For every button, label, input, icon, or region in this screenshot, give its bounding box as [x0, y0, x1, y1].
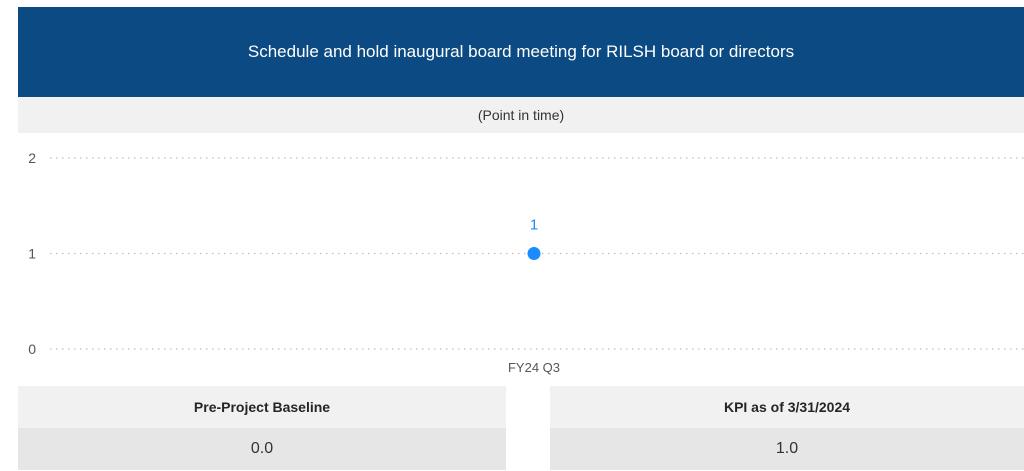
baseline-value-cell: 0.0	[18, 428, 506, 470]
current-kpi-label: KPI as of 3/31/2024	[723, 399, 851, 415]
y-tick-label: 0	[28, 341, 36, 357]
y-tick-label: 1	[28, 246, 36, 262]
current-kpi-value: 1.0	[775, 440, 799, 457]
current-kpi-value-cell: 1.0	[550, 428, 1024, 470]
chart-subtitle-bar: (Point in time)	[18, 97, 1024, 133]
baseline-header: Pre-Project Baseline	[18, 386, 506, 428]
current-kpi-header: KPI as of 3/31/2024	[550, 386, 1024, 428]
chart-title-banner: Schedule and hold inaugural board meetin…	[18, 7, 1024, 97]
baseline-value: 0.0	[250, 440, 274, 457]
chart-subtitle: (Point in time)	[477, 107, 565, 123]
kpi-chart: 0 1 2 FY24 Q3 1	[28, 150, 1024, 375]
data-point	[527, 247, 541, 260]
baseline-label: Pre-Project Baseline	[193, 399, 331, 415]
x-tick-label: FY24 Q3	[508, 360, 560, 375]
y-tick-label: 2	[28, 150, 36, 166]
data-label: 1	[530, 217, 538, 234]
chart-title: Schedule and hold inaugural board meetin…	[247, 42, 795, 61]
